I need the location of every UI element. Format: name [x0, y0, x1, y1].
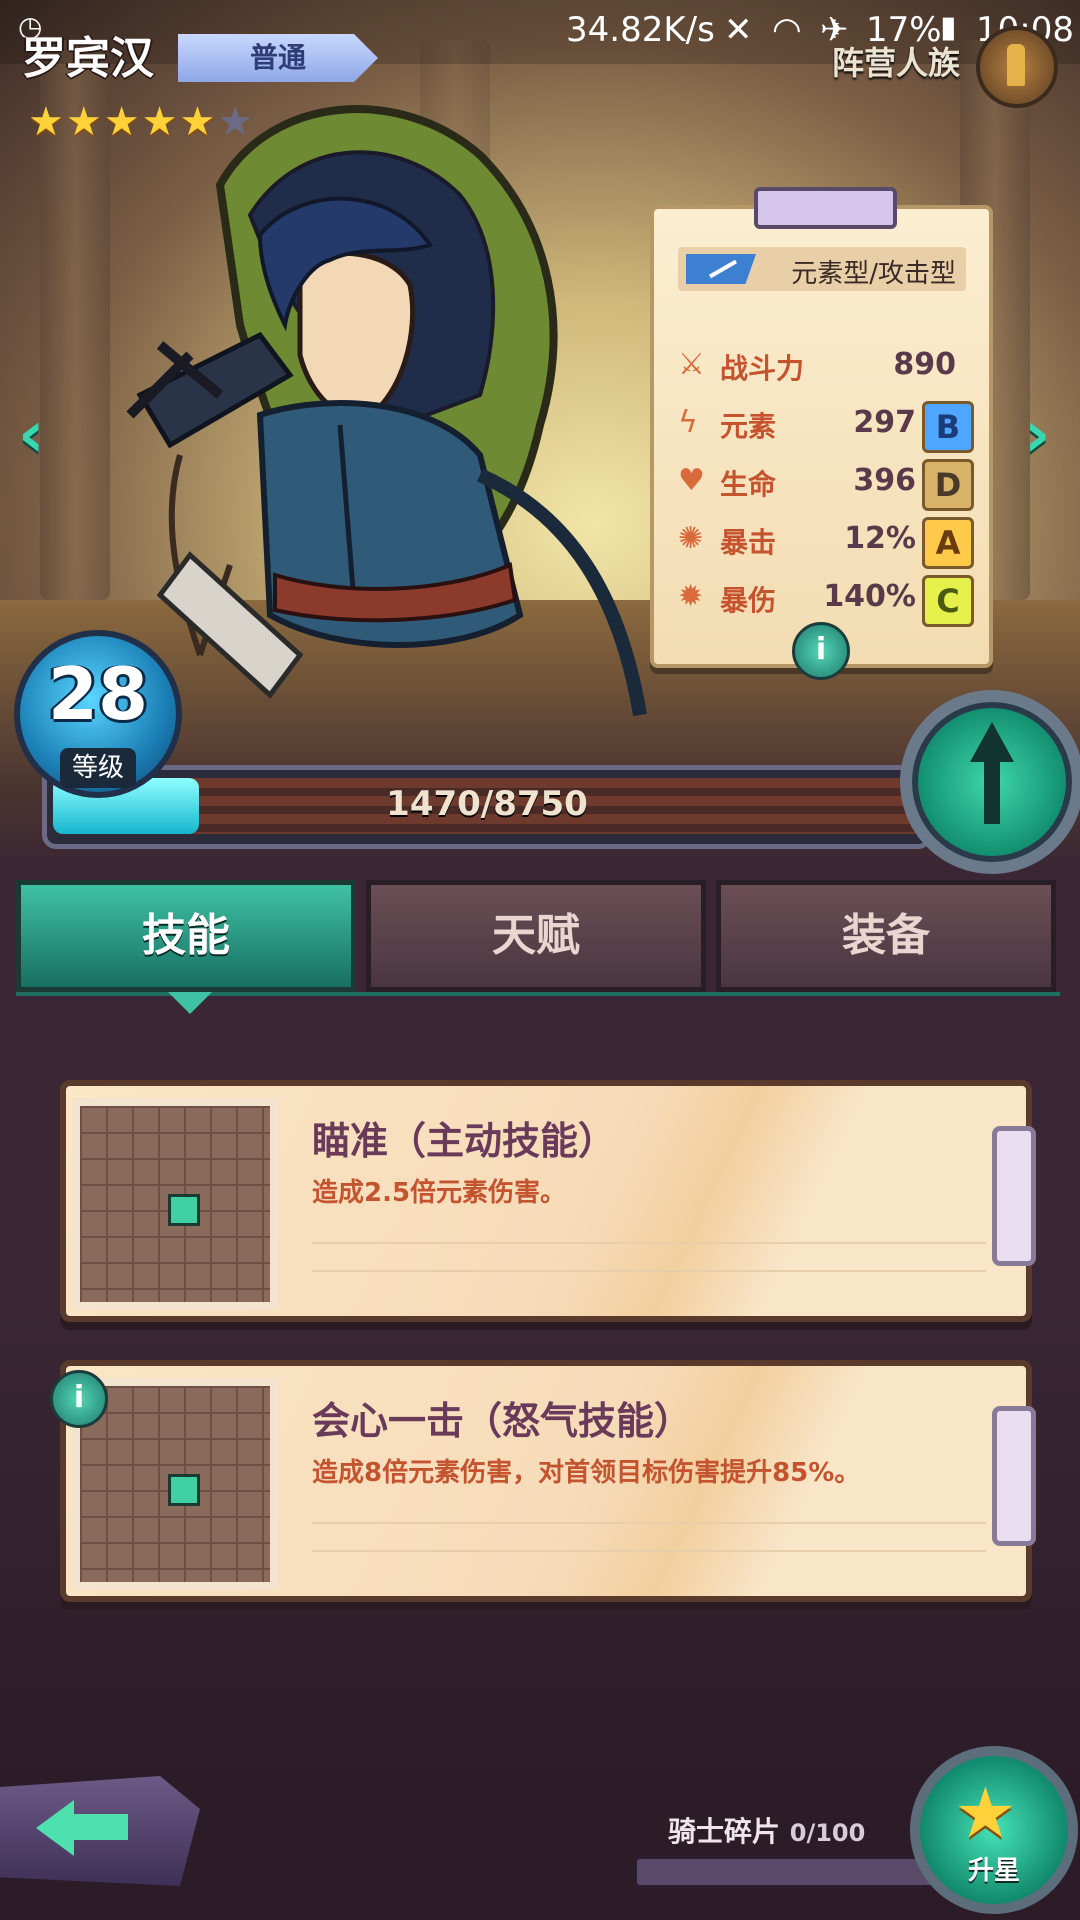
heart-icon: ♥: [678, 463, 705, 498]
level-number: 28: [47, 652, 149, 736]
skill-title: 会心一击（怒气技能）: [312, 1399, 693, 1443]
skill-card[interactable]: 会心一击（怒气技能） 造成8倍元素伤害，对首领目标伤害提升85%。: [60, 1360, 1036, 1602]
paper-lines: [312, 1496, 986, 1576]
shards-label: 骑士碎片 0/100: [668, 1810, 865, 1850]
tab-equipment[interactable]: 装备: [716, 880, 1056, 992]
level-orb: 28 等级: [14, 630, 182, 798]
stat-grade: C: [922, 575, 974, 627]
stat-name: 暴伤: [720, 584, 777, 617]
tab-bar: 技能 天赋 装备: [16, 880, 1060, 992]
stat-row-power: ⚔ 战斗力 890: [678, 341, 978, 391]
network-speed: 34.82K/s: [566, 10, 715, 50]
crit-icon: ✺: [678, 521, 704, 556]
stat-name: 暴击: [720, 526, 777, 559]
hero-name: 罗宾汉: [22, 33, 154, 84]
star-filled-icon: ★: [141, 99, 178, 145]
card-clip: [992, 1126, 1036, 1266]
shards-progress-bar: [634, 1856, 940, 1888]
star-filled-icon: ★: [179, 99, 216, 145]
stat-value: 12%: [844, 521, 916, 556]
stat-name: 生命: [720, 468, 777, 501]
star-filled-icon: ★: [28, 99, 64, 145]
faction-badge-icon[interactable]: [976, 26, 1058, 108]
prev-hero-button[interactable]: ‹: [18, 398, 44, 472]
stat-value: 297: [853, 405, 916, 440]
star-rating: ★★★★★★: [28, 102, 255, 142]
skill-info-icon[interactable]: i: [50, 1370, 108, 1428]
sword-icon: [686, 254, 756, 284]
skill-title: 瞄准（主动技能）: [312, 1119, 617, 1163]
level-label: 等级: [60, 748, 136, 788]
shards-title: 骑士碎片: [668, 1815, 781, 1848]
back-button[interactable]: [0, 1776, 200, 1886]
stats-panel: 元素型/攻击型 ⚔ 战斗力 890 ϟ 元素 297 B ♥ 生命 396 D …: [650, 187, 993, 668]
hero-type-row: 元素型/攻击型: [678, 247, 966, 291]
star-icon: ★: [954, 1772, 1017, 1854]
shards-count: 0/100: [789, 1819, 866, 1847]
skill-marker: [168, 1474, 200, 1506]
star-up-button[interactable]: ★ 升星: [910, 1746, 1078, 1914]
star-filled-icon: ★: [65, 99, 102, 145]
next-hero-button[interactable]: ›: [1024, 398, 1050, 472]
tab-talents[interactable]: 天赋: [366, 880, 706, 992]
xp-text: 1470/8750: [386, 784, 588, 824]
stat-value: 890: [893, 347, 956, 382]
star-filled-icon: ★: [103, 99, 140, 145]
stats-info-icon[interactable]: i: [792, 622, 850, 680]
hero-portrait: [126, 105, 647, 717]
skill-description: 造成8倍元素伤害，对首领目标伤害提升85%。: [312, 1458, 861, 1488]
active-tab-caret: [168, 992, 212, 1014]
card-clip: [992, 1406, 1036, 1546]
panel-clip: [754, 187, 897, 229]
wifi-icon: ◠: [772, 10, 802, 50]
crit-damage-icon: ✹: [678, 579, 704, 614]
lightning-icon: ϟ: [678, 405, 698, 440]
hero-type: 元素型/攻击型: [791, 259, 956, 289]
stat-grade: D: [922, 459, 974, 511]
skill-icon: [72, 1098, 278, 1310]
skill-description: 造成2.5倍元素伤害。: [312, 1178, 567, 1208]
star-up-label: 升星: [967, 1856, 1020, 1886]
tab-skills[interactable]: 技能: [16, 880, 356, 992]
mute-icon: ✕: [724, 10, 753, 50]
back-arrow-icon: [36, 1796, 128, 1856]
star-empty-icon: ★: [217, 99, 254, 145]
stat-name: 战斗力: [720, 352, 805, 385]
stat-row-crit: ✺ 暴击 12% A: [678, 515, 978, 569]
stat-row-hp: ♥ 生命 396 D: [678, 457, 978, 511]
paper-lines: [312, 1216, 986, 1296]
stat-row-crit-damage: ✹ 暴伤 140% C: [678, 573, 978, 627]
skill-card[interactable]: 瞄准（主动技能） 造成2.5倍元素伤害。: [60, 1080, 1036, 1322]
stat-grade: A: [922, 517, 974, 569]
rarity-badge: 普通: [178, 34, 378, 82]
faction-label: 阵营人族: [831, 44, 960, 82]
stat-name: 元素: [720, 410, 777, 443]
stat-value: 140%: [823, 579, 916, 614]
stat-grade: B: [922, 401, 974, 453]
power-icon: ⚔: [678, 347, 705, 382]
stat-row-element: ϟ 元素 297 B: [678, 399, 978, 453]
level-up-button[interactable]: [900, 690, 1080, 874]
skill-marker: [168, 1194, 200, 1226]
xp-bar: 1470/8750: [42, 765, 932, 849]
stat-value: 396: [853, 463, 916, 498]
